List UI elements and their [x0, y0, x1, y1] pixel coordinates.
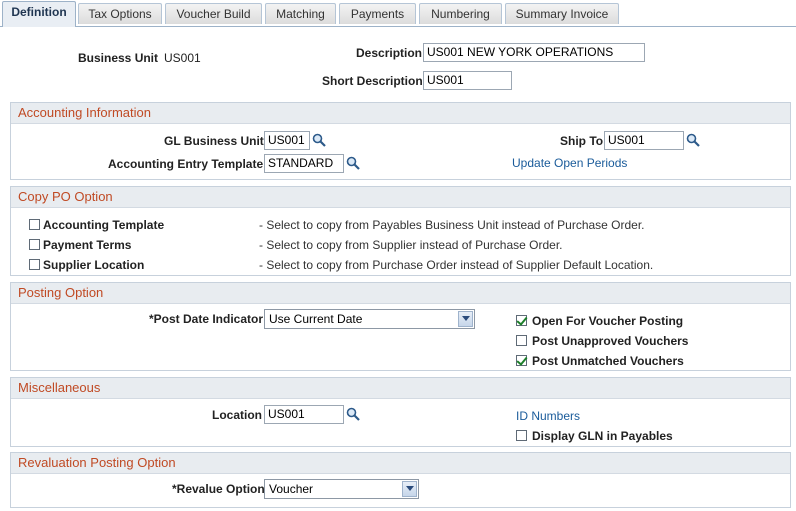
short-description-input[interactable]: US001: [423, 71, 512, 90]
tab-voucher-build[interactable]: Voucher Build: [165, 3, 262, 24]
supplier-location-description: - Select to copy from Purchase Order ins…: [259, 258, 654, 272]
location-input[interactable]: US001: [264, 405, 344, 424]
tab-summary-invoice[interactable]: Summary Invoice: [505, 3, 619, 24]
accounting-template-checkbox[interactable]: [29, 219, 40, 230]
display-gln-checkbox[interactable]: [516, 430, 527, 441]
post-unapproved-vouchers-checkbox[interactable]: [516, 335, 527, 346]
ship-to-lookup-icon[interactable]: [686, 133, 700, 147]
location-label: Location: [212, 408, 262, 422]
location-lookup-icon[interactable]: [346, 407, 360, 421]
post-date-indicator-label: *Post Date Indicator: [149, 312, 264, 326]
accounting-template-description: - Select to copy from Payables Business …: [259, 218, 645, 232]
revaluation-posting-option-header: Revaluation Posting Option: [11, 453, 790, 474]
revalue-option-value: Voucher: [269, 482, 314, 496]
payment-terms-description: - Select to copy from Supplier instead o…: [259, 238, 563, 252]
ship-to-label: Ship To: [560, 134, 604, 148]
copy-po-option-header: Copy PO Option: [11, 187, 790, 208]
chevron-down-icon: [458, 311, 473, 327]
accounting-template-label: Accounting Template: [43, 218, 165, 232]
revalue-option-select[interactable]: Voucher: [264, 479, 419, 499]
post-unapproved-vouchers-label: Post Unapproved Vouchers: [532, 334, 689, 348]
business-unit-value: US001: [164, 51, 201, 65]
description-input[interactable]: US001 NEW YORK OPERATIONS: [423, 43, 645, 62]
gl-business-unit-lookup-icon[interactable]: [312, 133, 326, 147]
open-for-voucher-posting-checkbox[interactable]: [516, 315, 527, 326]
tab-underline: [0, 26, 796, 27]
miscellaneous-header: Miscellaneous: [11, 378, 790, 399]
post-unmatched-vouchers-checkbox[interactable]: [516, 355, 527, 366]
tab-numbering[interactable]: Numbering: [419, 3, 502, 24]
tab-bar: Definition Tax Options Voucher Build Mat…: [0, 0, 796, 27]
post-date-indicator-select[interactable]: Use Current Date: [264, 309, 475, 329]
description-label: Description: [356, 46, 423, 60]
id-numbers-link[interactable]: ID Numbers: [516, 409, 580, 423]
accounting-entry-template-input[interactable]: STANDARD: [264, 154, 344, 173]
payment-terms-label: Payment Terms: [43, 238, 132, 252]
accounting-entry-template-lookup-icon[interactable]: [346, 156, 360, 170]
gl-business-unit-label: GL Business Unit: [164, 134, 264, 148]
posting-option-header: Posting Option: [11, 283, 790, 304]
tab-tax-options[interactable]: Tax Options: [78, 3, 162, 24]
business-unit-label: Business Unit: [78, 51, 159, 65]
tab-payments[interactable]: Payments: [339, 3, 416, 24]
short-description-label: Short Description: [322, 74, 423, 88]
update-open-periods-link[interactable]: Update Open Periods: [512, 156, 627, 170]
miscellaneous-group: Miscellaneous: [10, 377, 791, 447]
revalue-option-label: *Revalue Option: [172, 482, 265, 496]
chevron-down-icon: [402, 481, 417, 497]
supplier-location-label: Supplier Location: [43, 258, 145, 272]
accounting-information-header: Accounting Information: [11, 103, 790, 124]
accounting-entry-template-label: Accounting Entry Template: [108, 157, 264, 171]
post-date-indicator-value: Use Current Date: [269, 312, 363, 326]
open-for-voucher-posting-label: Open For Voucher Posting: [532, 314, 684, 328]
payment-terms-checkbox[interactable]: [29, 239, 40, 250]
post-unmatched-vouchers-label: Post Unmatched Vouchers: [532, 354, 684, 368]
gl-business-unit-input[interactable]: US001: [264, 131, 310, 150]
ship-to-input[interactable]: US001: [604, 131, 684, 150]
display-gln-label: Display GLN in Payables: [532, 429, 673, 443]
tab-matching[interactable]: Matching: [265, 3, 336, 24]
tab-definition[interactable]: Definition: [2, 1, 76, 27]
supplier-location-checkbox[interactable]: [29, 259, 40, 270]
